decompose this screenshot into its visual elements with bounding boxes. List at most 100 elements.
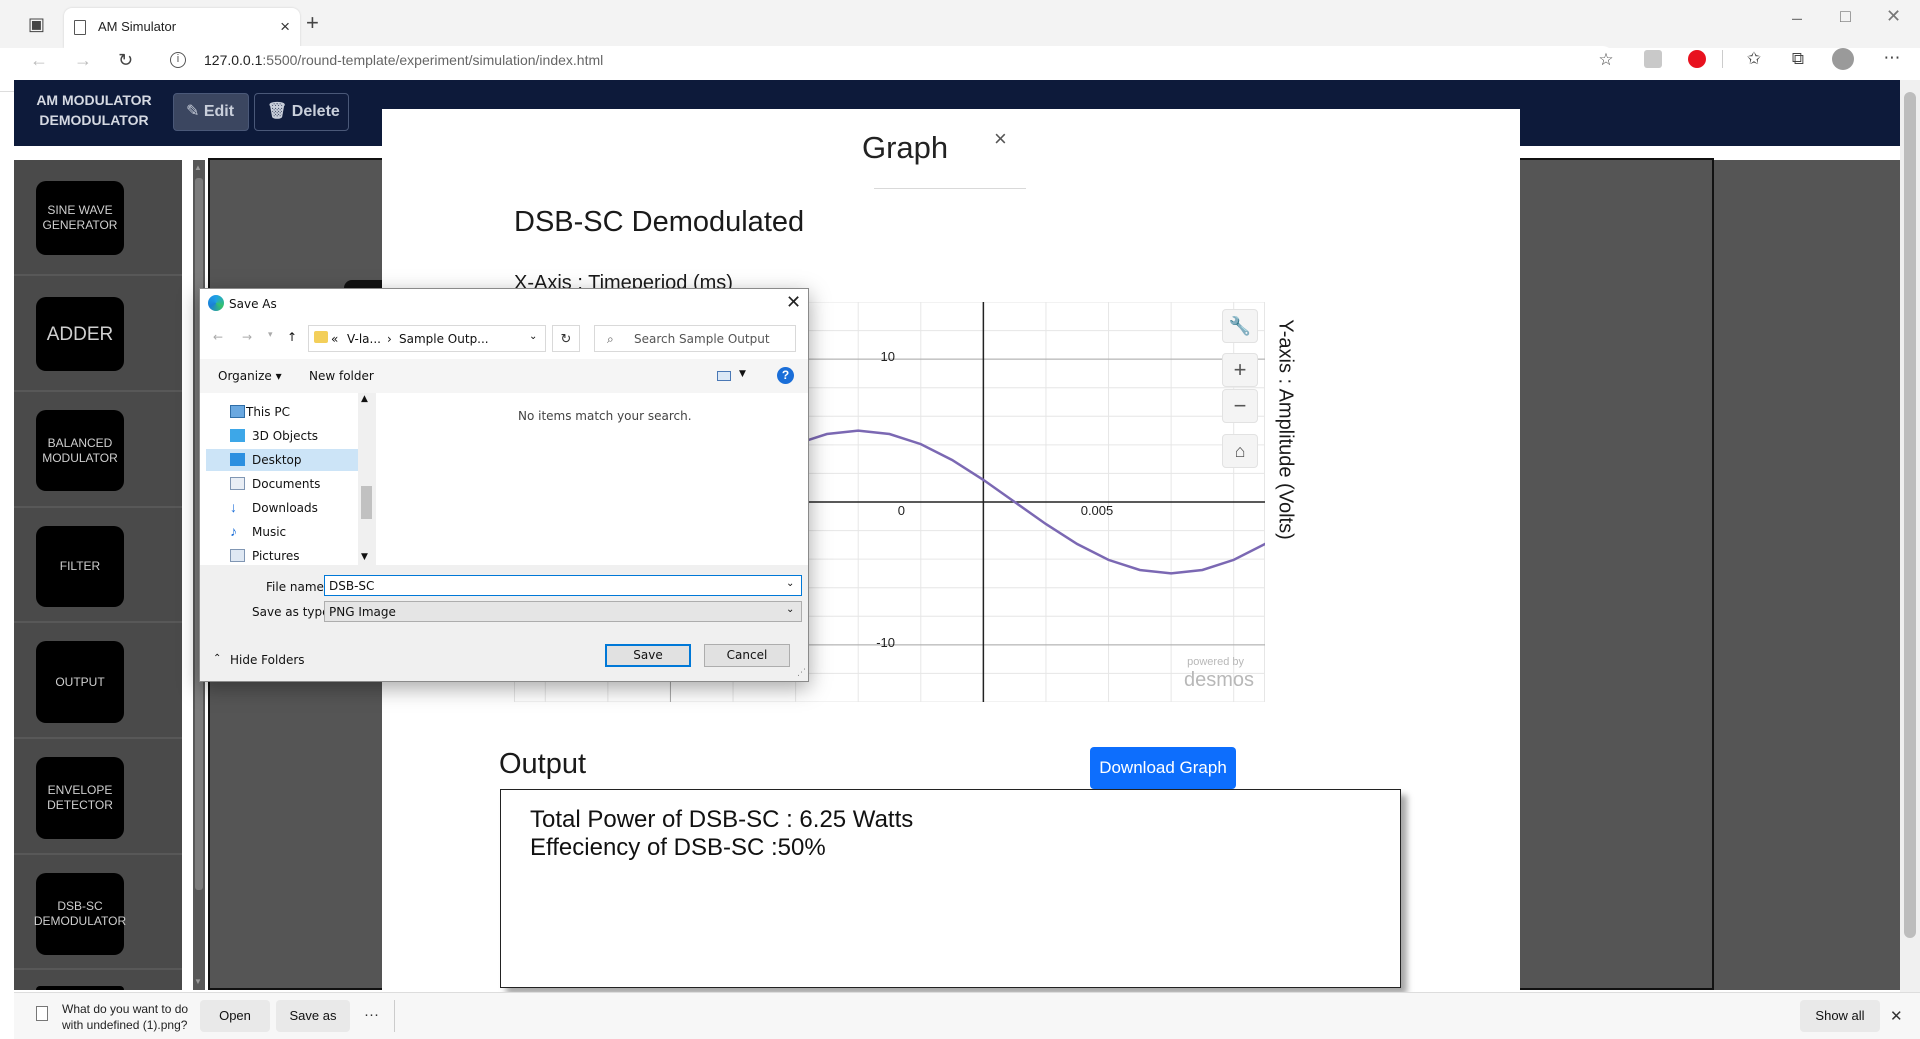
sidebar-item-output[interactable]: OUTPUT [36, 641, 124, 723]
up-folder-icon[interactable]: ↑ [287, 330, 297, 344]
folder-tree-scrollbar[interactable] [358, 393, 375, 565]
show-all-downloads-button[interactable]: Show all [1800, 1000, 1880, 1032]
folder-tree-scroll-thumb[interactable] [361, 486, 372, 519]
help-icon[interactable]: ? [777, 367, 794, 384]
favorites-add-icon[interactable]: ☆ [1594, 50, 1618, 70]
hide-folders-chevron-icon[interactable]: ⌃ [213, 653, 221, 664]
wrench-icon[interactable]: 🔧 [1222, 309, 1258, 343]
dialog-forward-icon[interactable]: → [242, 330, 252, 344]
tree-scroll-down-icon[interactable]: ▼ [361, 552, 368, 562]
path-segment[interactable]: V-la... [347, 332, 381, 346]
path-dropdown-icon[interactable]: ⌄ [529, 331, 537, 342]
tree-item-label: Desktop [252, 453, 302, 467]
resize-grip-icon[interactable]: ⋰ [797, 668, 806, 678]
tab-actions-icon[interactable]: ▣ [28, 14, 45, 34]
page-scroll-thumb[interactable] [1904, 92, 1916, 938]
sidebar-item-label: MODULATOR [42, 450, 118, 465]
trash-icon: 🗑 [267, 103, 292, 120]
sidebar-item-balanced-modulator[interactable]: BALANCED MODULATOR [36, 410, 124, 491]
tab-close-icon[interactable]: × [280, 17, 290, 37]
tree-item-label: Documents [252, 477, 321, 491]
download-save-as-button[interactable]: Save as [276, 1000, 350, 1032]
download-prompt-line2: with undefined (1).png? [62, 1018, 188, 1032]
organize-button[interactable]: Organize ▾ [218, 369, 282, 383]
zoom-in-icon[interactable]: + [1222, 353, 1258, 387]
home-icon[interactable]: ⌂ [1222, 434, 1258, 468]
dialog-cancel-button[interactable]: Cancel [704, 644, 790, 667]
search-placeholder: Search Sample Output [634, 332, 770, 346]
sidebar-divider [14, 968, 182, 970]
opera-icon[interactable] [1688, 50, 1706, 68]
y-tick-label: 10 [881, 349, 895, 364]
tree-item-music[interactable]: ♪ Music [206, 521, 358, 543]
tab-title: AM Simulator [98, 19, 177, 34]
zoom-out-icon[interactable]: − [1222, 389, 1258, 423]
tree-item-documents[interactable]: Documents [206, 473, 358, 495]
sidebar-item-label: GENERATOR [42, 218, 118, 232]
view-dropdown-icon[interactable]: ▼ [739, 369, 746, 379]
watermark-powered-by: powered by [1187, 656, 1244, 668]
tree-item-this-pc[interactable]: This PC [206, 401, 358, 423]
desktop-icon [230, 453, 245, 466]
site-info-icon[interactable]: i [170, 52, 186, 68]
dialog-path-bar[interactable]: « V-la... › Sample Outp... ⌄ [308, 325, 546, 352]
sidebar-item-label: SINE WAVE [47, 203, 113, 217]
dialog-save-button[interactable]: Save [605, 644, 691, 667]
modal-title-divider [874, 188, 1026, 189]
sidebar-item-adder[interactable]: ADDER [36, 297, 124, 371]
more-icon[interactable]: ⋯ [1880, 48, 1904, 68]
maximize-icon[interactable]: □ [1840, 6, 1851, 26]
refresh-icon[interactable]: ↻ [118, 50, 133, 70]
tree-scroll-up-icon[interactable]: ▲ [361, 394, 368, 404]
hide-folders-button[interactable]: Hide Folders [230, 653, 305, 667]
sidebar-scroll-down-icon[interactable]: ▼ [194, 977, 202, 986]
pc-icon [230, 405, 245, 418]
browser-tab[interactable]: AM Simulator × [64, 8, 300, 48]
file-icon [36, 1006, 48, 1021]
sidebar-item-partial[interactable] [36, 986, 124, 990]
view-options-icon[interactable] [717, 371, 731, 381]
tree-item-pictures[interactable]: Pictures [206, 545, 358, 565]
profile-icon[interactable] [1832, 48, 1854, 70]
download-bar-close-icon[interactable]: ✕ [1890, 1007, 1903, 1025]
url-text: 127.0.0.1:5500/round-template/experiment… [204, 52, 603, 68]
close-window-icon[interactable]: ✕ [1886, 6, 1901, 26]
download-more-icon[interactable]: ··· [364, 1006, 379, 1023]
collections-icon[interactable]: ⧉ [1786, 49, 1810, 69]
tree-item-3d-objects[interactable]: 3D Objects [206, 425, 358, 447]
delete-button[interactable]: 🗑 Delete [254, 93, 349, 131]
recent-locations-icon[interactable]: ▾ [268, 330, 273, 340]
dialog-search-input[interactable]: ⌕ Search Sample Output [594, 325, 796, 352]
forward-icon[interactable]: → [74, 50, 92, 70]
tree-item-desktop[interactable]: Desktop [206, 449, 358, 471]
modal-close-icon[interactable]: × [994, 126, 1007, 152]
edit-button[interactable]: ✎ Edit [173, 93, 249, 131]
sidebar-divider [14, 853, 182, 855]
sidebar-item-filter[interactable]: FILTER [36, 526, 124, 607]
dialog-back-icon[interactable]: ← [213, 330, 223, 344]
dialog-close-icon[interactable]: ✕ [786, 292, 801, 313]
path-segment[interactable]: Sample Outp... [399, 332, 489, 346]
y-axis-label: Y-axis : Amplitude (Volts) [1274, 319, 1297, 540]
file-name-dropdown-icon[interactable]: ⌄ [786, 578, 794, 589]
tree-item-downloads[interactable]: ↓ Downloads [206, 497, 358, 519]
minimize-icon[interactable]: – [1792, 8, 1802, 28]
dialog-refresh-icon[interactable]: ↻ [552, 325, 580, 352]
back-icon[interactable]: ← [30, 50, 48, 70]
save-type-select[interactable]: PNG Image ⌄ [324, 601, 802, 622]
tree-item-label: Pictures [252, 549, 300, 563]
sidebar-item-sine-wave-generator[interactable]: SINE WAVE GENERATOR [36, 181, 124, 255]
sidebar-item-dsb-sc-demodulator[interactable]: DSB-SC DEMODULATOR [34, 873, 126, 955]
favorites-icon[interactable]: ✩ [1742, 49, 1766, 69]
graph-heading: DSB-SC Demodulated [514, 206, 805, 238]
sidebar-item-envelope-detector[interactable]: ENVELOPE DETECTOR [36, 757, 124, 839]
file-name-input[interactable]: DSB-SC ⌄ [324, 575, 802, 596]
download-open-button[interactable]: Open [200, 1000, 270, 1032]
app-title-line2: DEMODULATOR [39, 112, 149, 128]
new-tab-button[interactable]: + [306, 12, 319, 34]
download-graph-button[interactable]: Download Graph [1090, 747, 1236, 789]
sidebar-scroll-up-icon[interactable]: ▲ [194, 163, 202, 172]
extension-icon[interactable] [1644, 50, 1662, 68]
new-folder-button[interactable]: New folder [309, 369, 374, 383]
save-type-dropdown-icon[interactable]: ⌄ [786, 604, 794, 615]
